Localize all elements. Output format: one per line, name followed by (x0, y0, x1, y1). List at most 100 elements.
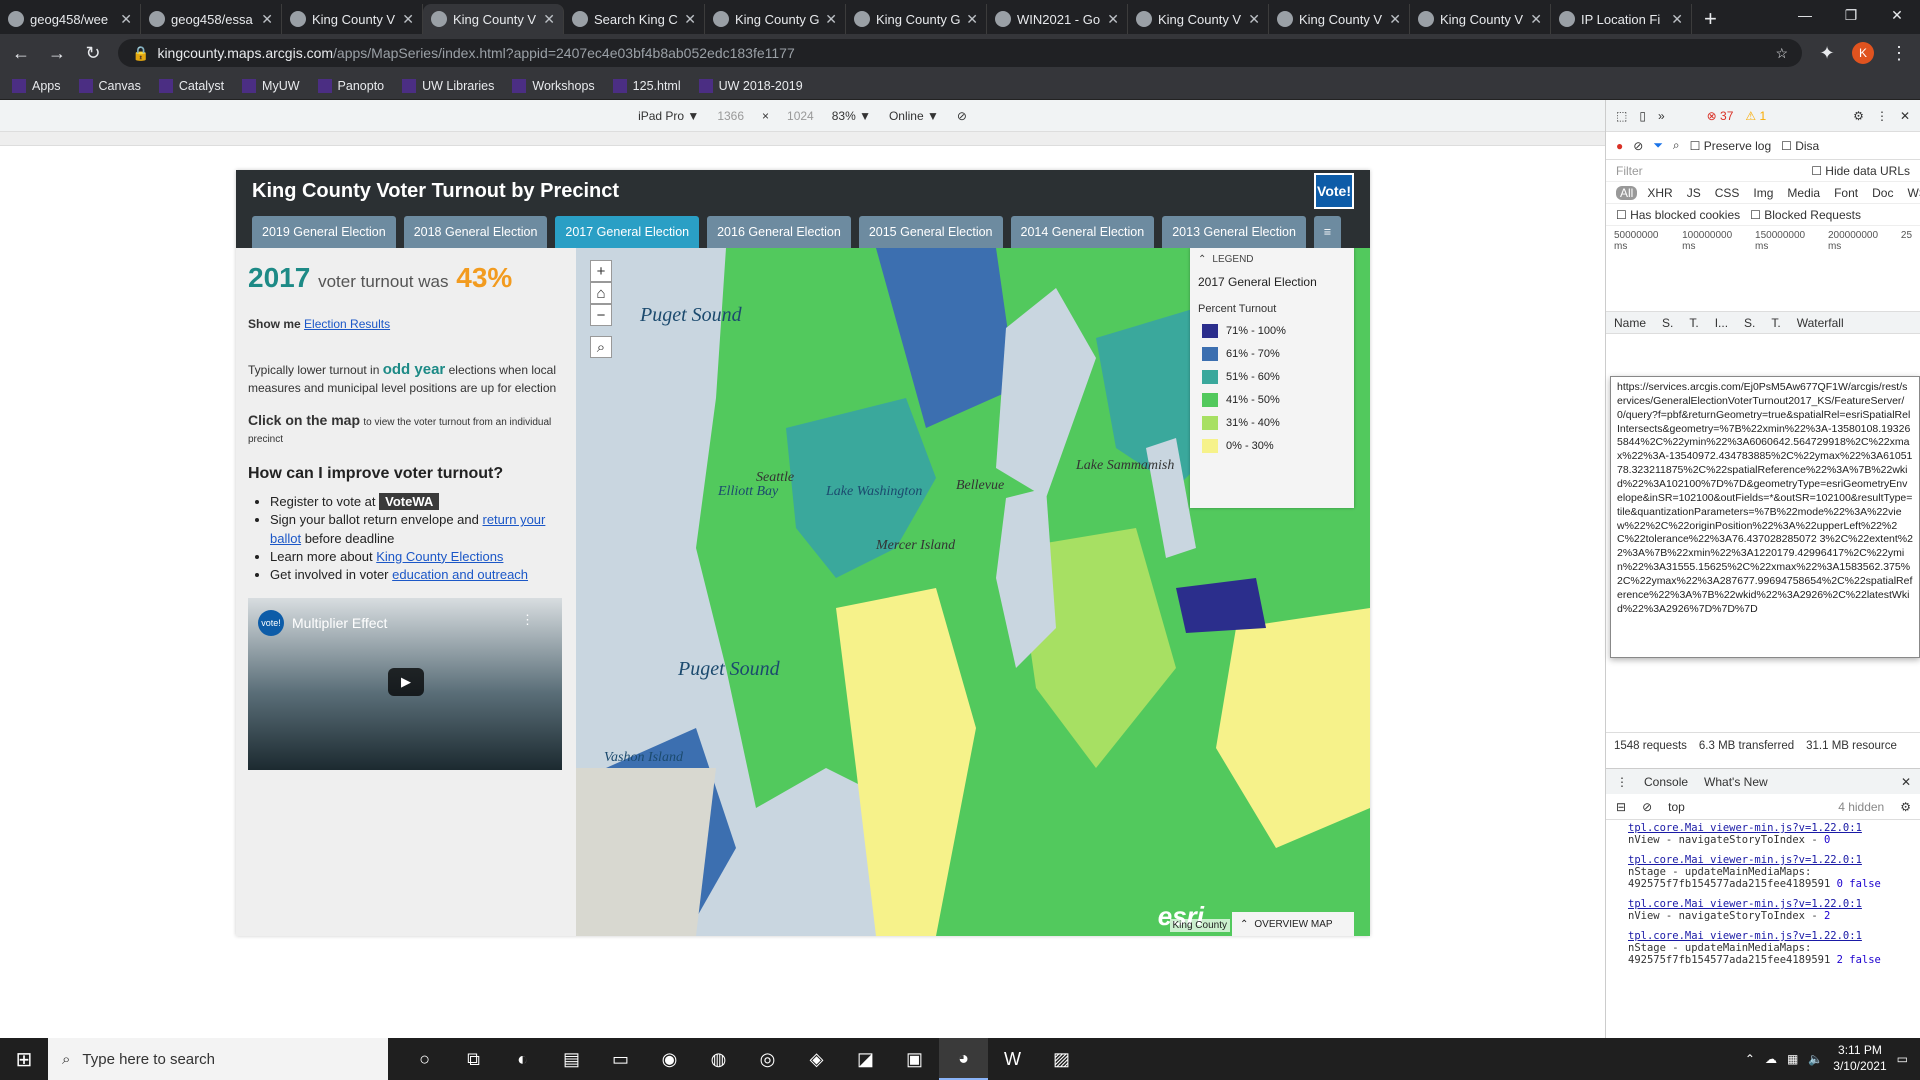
search-icon[interactable]: ⌕ (1673, 138, 1680, 153)
kebab-menu-icon[interactable]: ⋮ (1876, 109, 1888, 123)
device-width[interactable]: 1366 (717, 109, 744, 123)
network-column-header[interactable]: T. (1771, 316, 1780, 330)
star-icon[interactable]: ☆ (1775, 45, 1788, 62)
type-filter[interactable]: Doc (1868, 186, 1897, 200)
error-count[interactable]: ⊗ 37 (1707, 109, 1734, 123)
map-legend[interactable]: ⌃ LEGEND 2017 General Election Percent Tu… (1190, 248, 1354, 508)
epic-games-icon[interactable]: ▣ (890, 1038, 939, 1080)
steam-icon[interactable]: ◈ (792, 1038, 841, 1080)
close-window-icon[interactable]: ✕ (1874, 0, 1920, 30)
education-outreach-link[interactable]: education and outreach (392, 567, 528, 582)
cortana-icon[interactable]: ○ (400, 1038, 449, 1080)
photos-icon[interactable]: ▨ (1037, 1038, 1086, 1080)
home-icon[interactable]: ⌂ (590, 282, 612, 304)
network-column-header[interactable]: T. (1689, 316, 1698, 330)
turnout-map[interactable]: + ⌂ − ⌕ Puget Sound Puget Sound Elliott … (576, 248, 1370, 936)
type-filter[interactable]: XHR (1643, 186, 1676, 200)
type-filter[interactable]: WS (1903, 186, 1920, 200)
console-source-link[interactable]: tpl.core.Mai viewer-min.js?v=1.22.0:1 (1628, 854, 1911, 866)
url-field[interactable]: 🔒 kingcounty.maps.arcgis.com/apps/MapSer… (118, 39, 1802, 67)
bookmark-item[interactable]: Catalyst (158, 78, 224, 93)
browser-tab[interactable]: King County V ✕ (282, 4, 423, 34)
spotify-icon[interactable]: ◉ (645, 1038, 694, 1080)
king-county-elections-link[interactable]: King County Elections (376, 549, 503, 564)
close-tab-icon[interactable]: ✕ (1107, 11, 1119, 28)
close-tab-icon[interactable]: ✕ (1389, 11, 1401, 28)
network-icon[interactable]: ▦ (1787, 1052, 1798, 1066)
has-blocked-cookies-checkbox[interactable]: ☐ Has blocked cookies (1616, 208, 1740, 222)
volume-icon[interactable]: 🔈 (1808, 1052, 1823, 1066)
close-tab-icon[interactable]: ✕ (402, 11, 414, 28)
disable-cache-checkbox[interactable]: ☐ Disa (1781, 139, 1819, 153)
more-tabs-icon[interactable]: » (1658, 109, 1665, 123)
windows-start-icon[interactable]: ⊞ (0, 1038, 48, 1080)
console-settings-icon[interactable]: ⚙ (1900, 800, 1911, 814)
network-column-header[interactable]: Name (1614, 316, 1646, 330)
word-icon[interactable]: W (988, 1038, 1037, 1080)
overview-map-toggle[interactable]: ⌃ OVERVIEW MAP (1232, 912, 1354, 936)
browser-tab[interactable]: King County V ✕ (1410, 4, 1551, 34)
device-height[interactable]: 1024 (787, 109, 814, 123)
clear-console-icon[interactable]: ⊘ (1642, 800, 1652, 814)
browser-tab[interactable]: King County G ✕ (705, 4, 846, 34)
edge-icon[interactable]: ◐ (498, 1038, 547, 1080)
console-source-link[interactable]: tpl.core.Mai viewer-min.js?v=1.22.0:1 (1628, 822, 1911, 834)
election-tab[interactable]: 2018 General Election (403, 216, 548, 248)
forward-icon[interactable]: → (46, 43, 68, 64)
blocked-requests-checkbox[interactable]: ☐ Blocked Requests (1750, 208, 1861, 222)
type-filter[interactable]: Img (1749, 186, 1777, 200)
browser-tab[interactable]: IP Location Fi ✕ (1551, 4, 1692, 34)
video-embed[interactable]: vote! Multiplier Effect ⋮ ▶ (248, 598, 562, 771)
network-timeline[interactable]: 50000000 ms 100000000 ms 150000000 ms 20000… (1606, 226, 1920, 312)
notification-icon[interactable]: ▭ (1897, 1052, 1908, 1066)
zoom-out-icon[interactable]: − (590, 304, 612, 326)
inspect-icon[interactable]: ⬚ (1616, 109, 1627, 123)
new-tab-button[interactable]: + (1692, 4, 1729, 34)
tab-console[interactable]: Console (1644, 775, 1688, 789)
type-filter[interactable]: Font (1830, 186, 1862, 200)
bookmark-item[interactable]: UW Libraries (402, 78, 494, 93)
device-select[interactable]: iPad Pro ▼ (638, 109, 699, 123)
profile-avatar[interactable]: K (1852, 42, 1874, 64)
task-view-icon[interactable]: ⧉ (449, 1038, 498, 1080)
election-tab[interactable]: 2015 General Election (858, 216, 1003, 248)
search-icon[interactable]: ⌕ (590, 336, 612, 358)
discord-icon[interactable]: ◪ (841, 1038, 890, 1080)
network-column-header[interactable]: I... (1715, 316, 1728, 330)
clock[interactable]: 3:11 PM 3/10/2021 (1833, 1043, 1886, 1074)
type-filter[interactable]: JS (1683, 186, 1705, 200)
browser-tab[interactable]: geog458/essa ✕ (141, 4, 282, 34)
votewa-badge[interactable]: VoteWA (379, 493, 440, 511)
zoom-select[interactable]: 83% ▼ (832, 109, 871, 123)
network-select[interactable]: Online ▼ (889, 109, 939, 123)
obs-icon[interactable]: ◎ (743, 1038, 792, 1080)
context-select[interactable]: top (1668, 800, 1685, 814)
tray-overflow-icon[interactable]: ⌃ (1745, 1052, 1755, 1066)
chrome-icon[interactable]: ◕ (939, 1038, 988, 1080)
legend-header[interactable]: ⌃ LEGEND (1198, 254, 1346, 265)
back-icon[interactable]: ← (10, 43, 32, 64)
type-filter[interactable]: CSS (1711, 186, 1744, 200)
network-column-header[interactable]: Waterfall (1797, 316, 1844, 330)
close-tab-icon[interactable]: ✕ (966, 11, 978, 28)
menu-icon[interactable]: ≡ (1313, 216, 1342, 248)
settings-gear-icon[interactable]: ⚙ (1853, 109, 1864, 123)
close-tab-icon[interactable]: ✕ (1248, 11, 1260, 28)
restore-icon[interactable]: ❐ (1828, 0, 1874, 30)
video-menu-icon[interactable]: ⋮ (521, 612, 534, 628)
browser-tab[interactable]: King County V ✕ (423, 4, 564, 34)
store-icon[interactable]: ▤ (547, 1038, 596, 1080)
hide-data-urls-checkbox[interactable]: ☐ Hide data URLs (1811, 164, 1910, 178)
extensions-icon[interactable]: ✦ (1816, 43, 1838, 64)
election-tab[interactable]: 2016 General Election (707, 216, 851, 248)
taskbar-search[interactable]: ⌕ Type here to search (48, 1038, 388, 1080)
console-source-link[interactable]: tpl.core.Mai viewer-min.js?v=1.22.0:1 (1628, 898, 1911, 910)
zoom-in-icon[interactable]: + (590, 260, 612, 282)
browser-menu-icon[interactable]: ⋮ (1888, 43, 1910, 64)
close-tab-icon[interactable]: ✕ (684, 11, 696, 28)
close-tab-icon[interactable]: ✕ (1530, 11, 1542, 28)
browser-tab[interactable]: King County G ✕ (846, 4, 987, 34)
device-mode-icon[interactable]: ▯ (1639, 109, 1646, 123)
bookmark-item[interactable]: 125.html (612, 78, 681, 93)
close-tab-icon[interactable]: ✕ (120, 11, 132, 28)
